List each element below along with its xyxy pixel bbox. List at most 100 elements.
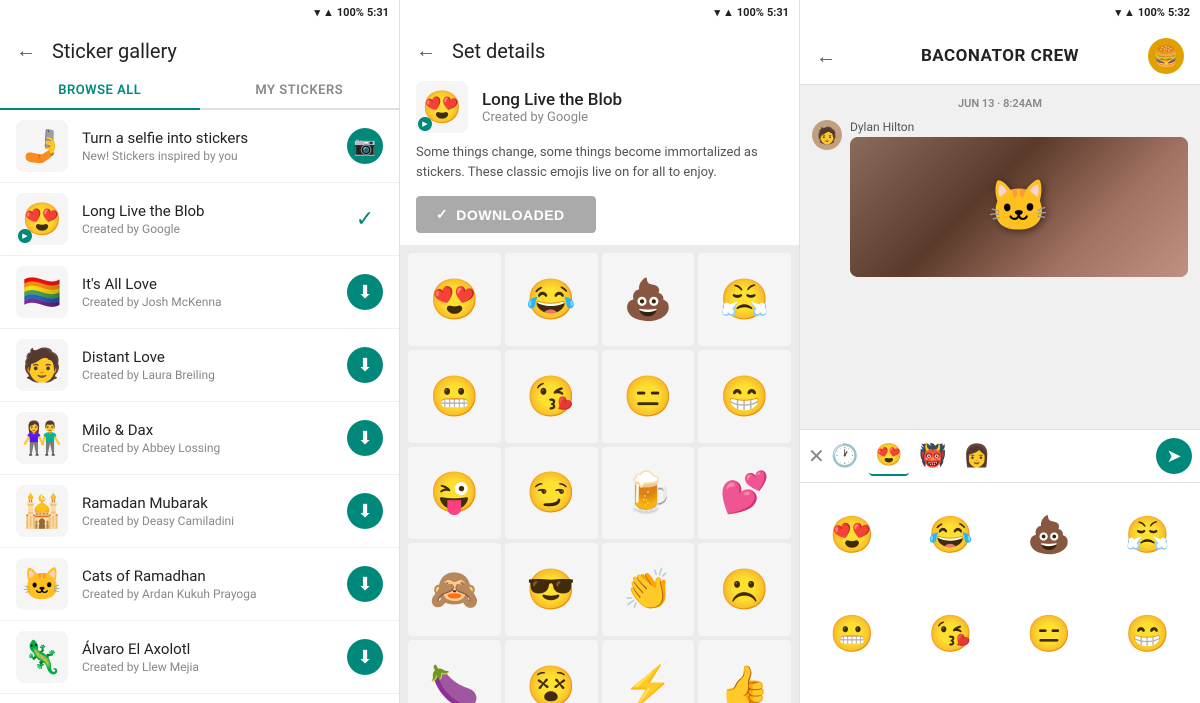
gallery-tabs: BROWSE ALL MY STICKERS — [0, 73, 399, 110]
list-item[interactable]: 🕌 Ramadan Mubarak Created by Deasy Camil… — [0, 475, 399, 548]
ghost-icon: 👩 — [963, 444, 990, 469]
grid-sticker[interactable]: 👍 — [698, 640, 791, 703]
cat-emoji: 🐱 — [988, 178, 1050, 236]
sticker-thumb: 🦎 — [16, 631, 68, 683]
grid-sticker[interactable]: 💕 — [698, 447, 791, 540]
download-button[interactable]: ⬇ — [347, 493, 383, 529]
grid-sticker[interactable]: 😑 — [602, 350, 695, 443]
grid-sticker[interactable]: 😏 — [505, 447, 598, 540]
sticker-thumb: 🐱 — [16, 558, 68, 610]
grid-sticker[interactable]: 🍺 — [602, 447, 695, 540]
sticker-info: Cats of Ramadhan Created by Ardan Kukuh … — [82, 567, 347, 601]
picker-sticker[interactable]: 😍 — [804, 487, 901, 584]
grid-sticker[interactable]: 😂 — [505, 253, 598, 346]
grid-sticker[interactable]: 🙈 — [408, 543, 501, 636]
picker-sticker[interactable]: 😜 — [804, 684, 901, 703]
list-item[interactable]: 🦎 Álvaro El Axolotl Created by Llew Meji… — [0, 621, 399, 694]
grid-sticker[interactable]: 😘 — [505, 350, 598, 443]
sticker-name: It's All Love — [82, 275, 347, 293]
sticker-thumb: 🏳️‍🌈 — [16, 266, 68, 318]
blob-tab-icon: 😍 — [875, 443, 902, 468]
sticker-list: 🤳 Turn a selfie into stickers New! Stick… — [0, 110, 399, 703]
grid-sticker[interactable]: 😵 — [505, 640, 598, 703]
back-button-1[interactable]: ← — [16, 38, 36, 63]
close-picker-button[interactable]: ✕ — [808, 444, 825, 468]
picker-tabs: ✕ 🕐 😍 👹 👩 ➤ — [800, 430, 1200, 483]
chat-header: ← BACONATOR CREW 🍔 — [800, 24, 1200, 85]
picker-sticker[interactable]: 😑 — [1001, 586, 1098, 683]
grid-sticker[interactable]: 😬 — [408, 350, 501, 443]
grid-sticker[interactable]: 💩 — [602, 253, 695, 346]
grid-sticker[interactable]: 🍆 — [408, 640, 501, 703]
sticker-name: Cats of Ramadhan — [82, 567, 347, 585]
picker-sticker[interactable]: 😂 — [903, 487, 1000, 584]
grid-sticker[interactable]: 😜 — [408, 447, 501, 540]
list-item[interactable]: 🐱 Cats of Ramadhan Created by Ardan Kuku… — [0, 548, 399, 621]
sticker-creator: Created by Deasy Camiladini — [82, 514, 347, 528]
sticker-thumb: 👫 — [16, 412, 68, 464]
cat-photo: 🐱 — [850, 137, 1188, 277]
grid-sticker[interactable]: 😍 — [408, 253, 501, 346]
battery-label-3: 100% — [1138, 6, 1165, 19]
send-sticker-button[interactable]: ➤ — [1156, 438, 1192, 474]
list-item[interactable]: 🧑 Distant Love Created by Laura Breiling… — [0, 329, 399, 402]
message-image: 🐱 — [850, 137, 1188, 277]
picker-sticker[interactable]: 😬 — [804, 586, 901, 683]
battery-label-1: 100% — [337, 6, 364, 19]
set-description: Some things change, some things become i… — [416, 143, 783, 182]
tab-my-stickers[interactable]: MY STICKERS — [200, 73, 400, 108]
picker-sticker[interactable]: 😤 — [1100, 487, 1197, 584]
download-button[interactable]: ⬇ — [347, 420, 383, 456]
downloaded-label: DOWNLOADED — [456, 207, 564, 223]
sender-name: Dylan Hilton — [850, 120, 1188, 134]
grid-sticker[interactable]: 😎 — [505, 543, 598, 636]
picker-sticker[interactable]: 🍺 — [1100, 684, 1197, 703]
download-button[interactable]: ⬇ — [347, 274, 383, 310]
clock-icon: 🕐 — [831, 444, 858, 469]
status-bar-2: ▾ ▲ 100% 5:31 — [400, 0, 799, 24]
grid-sticker[interactable]: ☹️ — [698, 543, 791, 636]
set-text-info: Long Live the Blob Created by Google — [482, 90, 622, 125]
picker-tab-blob[interactable]: 😍 — [869, 436, 909, 476]
grid-sticker[interactable]: 😁 — [698, 350, 791, 443]
list-item[interactable]: 🐾 Fluffy and Friends ⬇ — [0, 694, 399, 703]
sticker-creator: Created by Abbey Lossing — [82, 441, 347, 455]
picker-sticker[interactable]: 💕 — [903, 684, 1000, 703]
picker-tab-recent[interactable]: 🕐 — [825, 436, 865, 476]
chat-messages: JUN 13 · 8:24AM 🧑 Dylan Hilton 🐱 — [800, 85, 1200, 429]
gallery-title: Sticker gallery — [52, 39, 177, 63]
sticker-thumb: 🤳 — [16, 120, 68, 172]
chat-title: BACONATOR CREW — [852, 46, 1148, 66]
back-button-3[interactable]: ← — [816, 44, 836, 69]
picker-sticker[interactable]: 😁 — [1100, 586, 1197, 683]
grid-sticker[interactable]: 😤 — [698, 253, 791, 346]
picker-sticker[interactable]: 😘 — [903, 586, 1000, 683]
list-item[interactable]: 😍 ▶ Long Live the Blob Created by Google… — [0, 183, 399, 256]
status-icons-2: ▾ ▲ 100% 5:31 — [714, 6, 789, 19]
picker-tab-devil[interactable]: 👹 — [913, 436, 953, 476]
sticker-thumb: 🧑 — [16, 339, 68, 391]
sticker-info: Ramadan Mubarak Created by Deasy Camilad… — [82, 494, 347, 528]
sticker-info: Distant Love Created by Laura Breiling — [82, 348, 347, 382]
list-item[interactable]: 👫 Milo & Dax Created by Abbey Lossing ⬇ — [0, 402, 399, 475]
set-icon-row: 😍 ▶ Long Live the Blob Created by Google — [416, 81, 783, 133]
download-button[interactable]: ⬇ — [347, 639, 383, 675]
sticker-info: Milo & Dax Created by Abbey Lossing — [82, 421, 347, 455]
back-button-2[interactable]: ← — [416, 38, 436, 63]
grid-sticker[interactable]: 👏 — [602, 543, 695, 636]
set-details-panel: ▾ ▲ 100% 5:31 ← Set details 😍 ▶ Long Liv… — [400, 0, 800, 703]
picker-sticker[interactable]: 😏 — [1001, 684, 1098, 703]
list-item[interactable]: 🤳 Turn a selfie into stickers New! Stick… — [0, 110, 399, 183]
picker-tab-ghost[interactable]: 👩 — [957, 436, 997, 476]
sticker-name: Long Live the Blob — [82, 202, 347, 220]
sticker-name: Distant Love — [82, 348, 347, 366]
list-item[interactable]: 🏳️‍🌈 It's All Love Created by Josh McKen… — [0, 256, 399, 329]
picker-sticker[interactable]: 💩 — [1001, 487, 1098, 584]
tab-browse-all[interactable]: BROWSE ALL — [0, 73, 200, 110]
download-button[interactable]: ⬇ — [347, 566, 383, 602]
camera-button[interactable]: 📷 — [347, 128, 383, 164]
download-button[interactable]: ⬇ — [347, 347, 383, 383]
downloaded-button[interactable]: ✓ DOWNLOADED — [416, 196, 596, 233]
group-avatar[interactable]: 🍔 — [1148, 38, 1184, 74]
grid-sticker[interactable]: ⚡ — [602, 640, 695, 703]
